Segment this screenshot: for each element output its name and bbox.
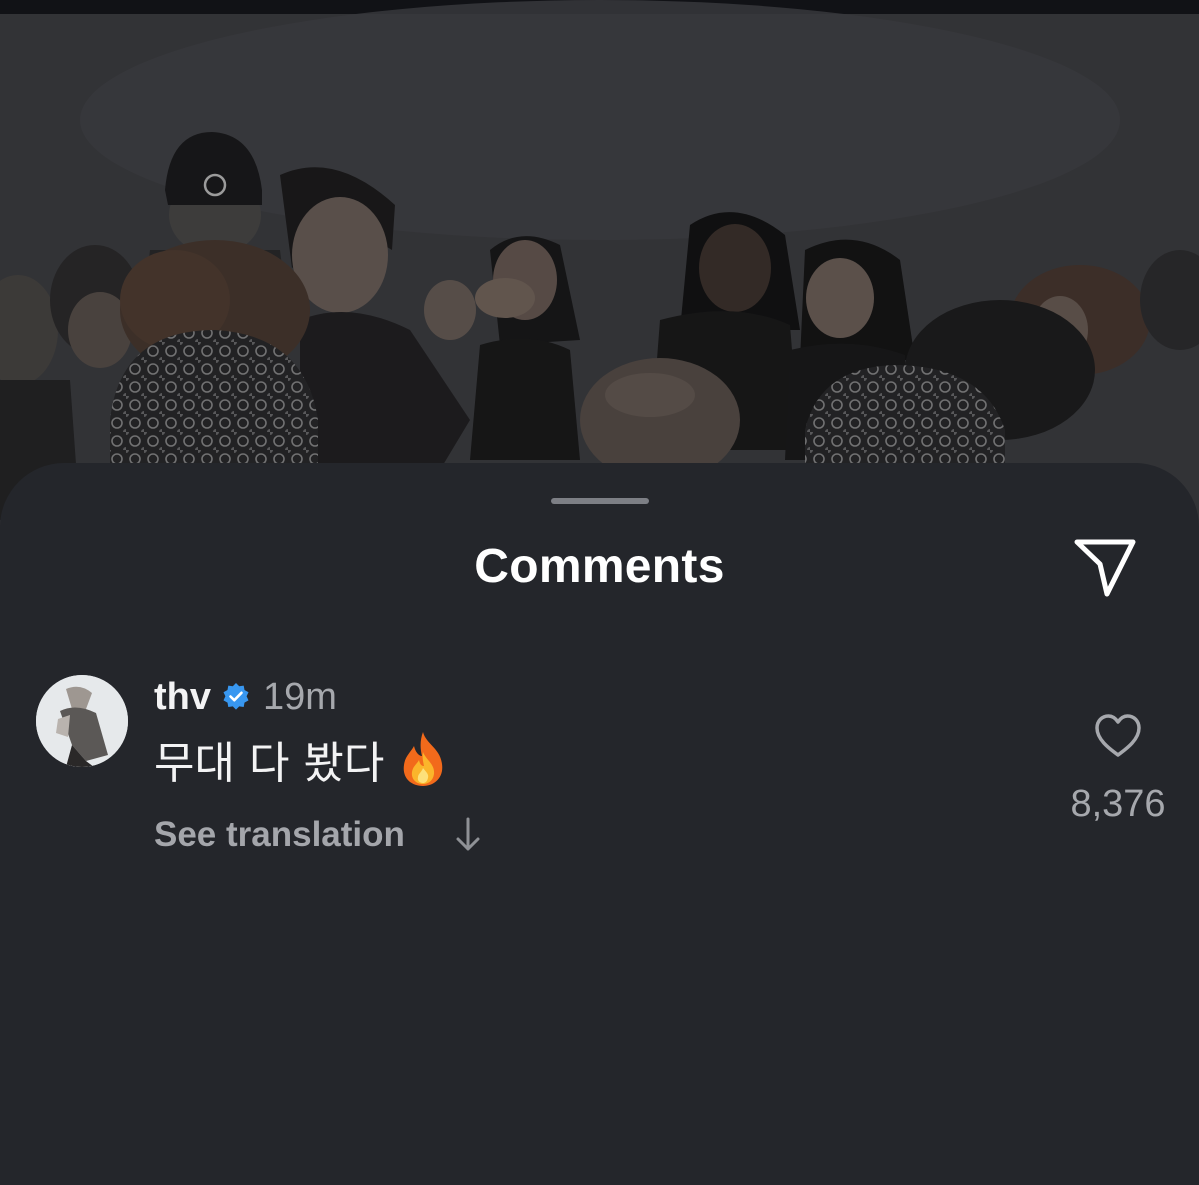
sheet-grabber[interactable] [551, 498, 649, 504]
heart-icon[interactable] [1093, 713, 1143, 759]
comments-screen: Comments thv 19m 무대 다 봤다 See translation… [0, 0, 1199, 1185]
comment-body: 무대 다 봤다 [154, 727, 450, 791]
comment-text: 무대 다 봤다 [154, 738, 385, 789]
comments-sheet: Comments thv 19m 무대 다 봤다 See translation… [0, 463, 1199, 1185]
photo-illustration [0, 0, 1199, 540]
like-area: 8,376 [1060, 713, 1176, 826]
username-link[interactable]: thv [154, 676, 211, 719]
comment-item[interactable]: thv 19m 무대 다 봤다 See translation 8,376 [0, 673, 1199, 855]
share-button[interactable] [1072, 537, 1138, 599]
verified-badge-icon [223, 683, 249, 710]
comment-timestamp: 19m [263, 675, 337, 718]
post-photo [0, 0, 1199, 540]
send-icon [1074, 539, 1136, 597]
see-translation-button[interactable]: See translation [154, 815, 483, 855]
like-count: 8,376 [1070, 783, 1166, 825]
user-avatar[interactable] [36, 675, 128, 767]
see-translation-label: See translation [154, 815, 405, 854]
avatar-image [36, 675, 128, 767]
comment-header: thv 19m [154, 675, 337, 719]
arrow-down-icon [456, 817, 480, 851]
sheet-title: Comments [474, 540, 725, 593]
fire-icon [404, 732, 443, 786]
